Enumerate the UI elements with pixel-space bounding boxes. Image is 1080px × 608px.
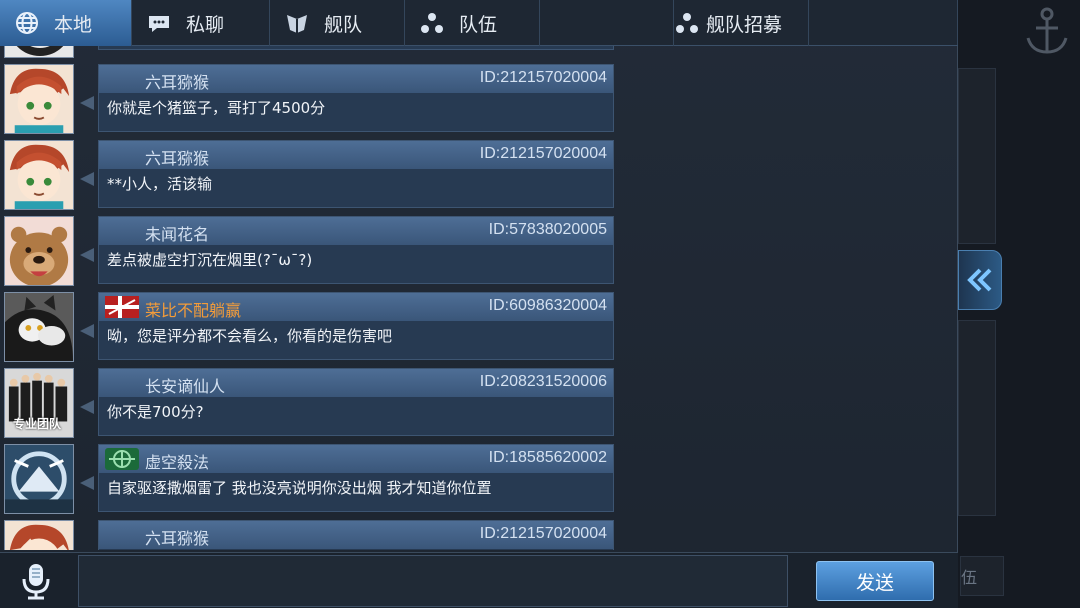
chat-input-bar: 发送 [0,552,958,608]
send-button[interactable]: 发送 [816,561,934,601]
anchor-icon [1026,7,1068,54]
tab-fleet-recruit[interactable]: 舰队招募 [673,0,809,46]
tab-label: 私聊 [186,13,225,36]
bubble-pointer [80,172,94,186]
sender-id: ID:212157020004 [479,145,607,162]
avatar [4,46,74,58]
message-bubble: 虚空殺法 ID:18585620002 自家驱逐撒烟雷了 我也没亮说明你没出烟 … [98,444,614,512]
message-bubble: 长安谪仙人 ID:208231520006 你不是700分? [98,368,614,436]
sender-name[interactable]: 未闻花名 [145,221,209,245]
message-header: 六耳猕猴 ID:212157020004 [99,141,613,169]
message-header: 六耳猕猴 ID:212157020004 [99,521,613,549]
list-item: 菜比不配躺赢 ID:60986320004 呦，您是评分都不会看么，你看的是伤害… [0,292,620,368]
avatar[interactable] [4,444,74,514]
background-card [958,320,996,516]
list-item: 六耳猕猴 ID:212157020004 **小人，活该输 [0,140,620,216]
tab-label: 舰队招募 [706,13,783,36]
message-text: 差点被虚空打沉在烟里(?¯ω¯?) [107,251,313,269]
sender-id: ID:212157020004 [479,525,607,542]
fleet-badge-icon [105,448,139,470]
message-text: **小人，活该输 [107,175,213,193]
avatar[interactable] [4,520,74,550]
tab-label: 本地 [54,13,93,36]
list-item: 虚空殺法 ID:18585620002 自家驱逐撒烟雷了 我也没亮说明你没出烟 … [0,444,620,520]
background-team-button: 伍 [960,556,1004,596]
sender-id: ID:18585620002 [488,449,607,466]
recruit-dots-icon [674,10,700,36]
tab-local[interactable]: 本地 [0,0,132,46]
avatar[interactable] [4,216,74,286]
message-header: 未闻花名 ID:57838020005 [99,217,613,245]
microphone-icon[interactable] [16,561,56,601]
message-bubble: 六耳猕猴 ID:212157020004 你就是个猪篮子，哥打了4500分 [98,64,614,132]
tab-fleet[interactable]: 舰队 [270,0,405,46]
sender-name[interactable]: 六耳猕猴 [145,69,209,93]
sender-id: ID:57838020005 [488,221,607,238]
sender-name[interactable]: 菜比不配躺赢 [145,297,241,321]
tab-label: 队伍 [459,13,498,36]
bubble-pointer [80,476,94,490]
message-header: 菜比不配躺赢 ID:60986320004 [99,293,613,321]
message-list[interactable]: 六耳猕猴 ID:212157020004 你就是个猪篮子，哥打了4500分 六耳… [0,46,620,550]
bubble-pointer [80,400,94,414]
bubble-pointer [80,96,94,110]
message-bubble: 六耳猕猴 ID:212157020004 [98,520,614,550]
sender-name[interactable]: 六耳猕猴 [145,145,209,169]
sender-id: ID:60986320004 [488,297,607,314]
chat-tabs: 本地 私聊 舰队 队伍 舰队招募 [0,0,958,46]
message-text: 呦，您是评分都不会看么，你看的是伤害吧 [107,327,393,345]
avatar-caption: 专业团队 [13,417,62,431]
message-bubble: 未闻花名 ID:57838020005 差点被虚空打沉在烟里(?¯ω¯?) [98,216,614,284]
message-text: 你不是700分? [107,403,204,421]
message-header: 六耳猕猴 ID:212157020004 [99,65,613,93]
avatar[interactable] [4,292,74,362]
list-item: 六耳猕猴 ID:212157020004 [0,520,620,550]
message-header: 长安谪仙人 ID:208231520006 [99,369,613,397]
double-chevron-left-icon [967,268,992,292]
sender-name[interactable]: 六耳猕猴 [145,525,209,549]
message-text: 自家驱逐撒烟雷了 我也没亮说明你没出烟 我才知道你位置 [107,479,492,497]
list-item: 未闻花名 ID:57838020005 差点被虚空打沉在烟里(?¯ω¯?) [0,216,620,292]
sender-name[interactable]: 虚空殺法 [145,449,209,473]
tab-private-chat[interactable]: 私聊 [132,0,270,46]
avatar[interactable] [4,140,74,210]
tab-team[interactable]: 队伍 [405,0,540,46]
message-text: 你就是个猪篮子，哥打了4500分 [107,99,326,117]
message-bubble: 六耳猕猴 ID:212157020004 **小人，活该输 [98,140,614,208]
avatar[interactable]: 专业团队 [4,368,74,438]
avatar[interactable] [4,64,74,134]
message-input[interactable] [78,555,788,607]
bubble-pointer [80,248,94,262]
globe-icon [14,10,40,36]
sender-id: ID:208231520006 [479,373,607,390]
list-item: 专业团队 长安谪仙人 ID:208231520006 你不是700分? [0,368,620,444]
sender-name[interactable]: 长安谪仙人 [145,373,225,397]
flag-badge-icon [105,296,139,318]
background-card [958,68,996,244]
team-dots-icon [419,10,445,36]
list-item: 六耳猕猴 ID:212157020004 你就是个猪篮子，哥打了4500分 [0,64,620,140]
message-bubble: 菜比不配躺赢 ID:60986320004 呦，您是评分都不会看么，你看的是伤害… [98,292,614,360]
collapse-panel-button[interactable] [958,250,1002,310]
bubble-pointer [80,324,94,338]
chat-bubble-icon [146,10,172,36]
message-header: 虚空殺法 ID:18585620002 [99,445,613,473]
sender-id: ID:212157020004 [479,69,607,86]
message-bubble [98,46,614,50]
tab-label: 舰队 [324,13,363,36]
fleet-emblem-icon [284,10,310,36]
